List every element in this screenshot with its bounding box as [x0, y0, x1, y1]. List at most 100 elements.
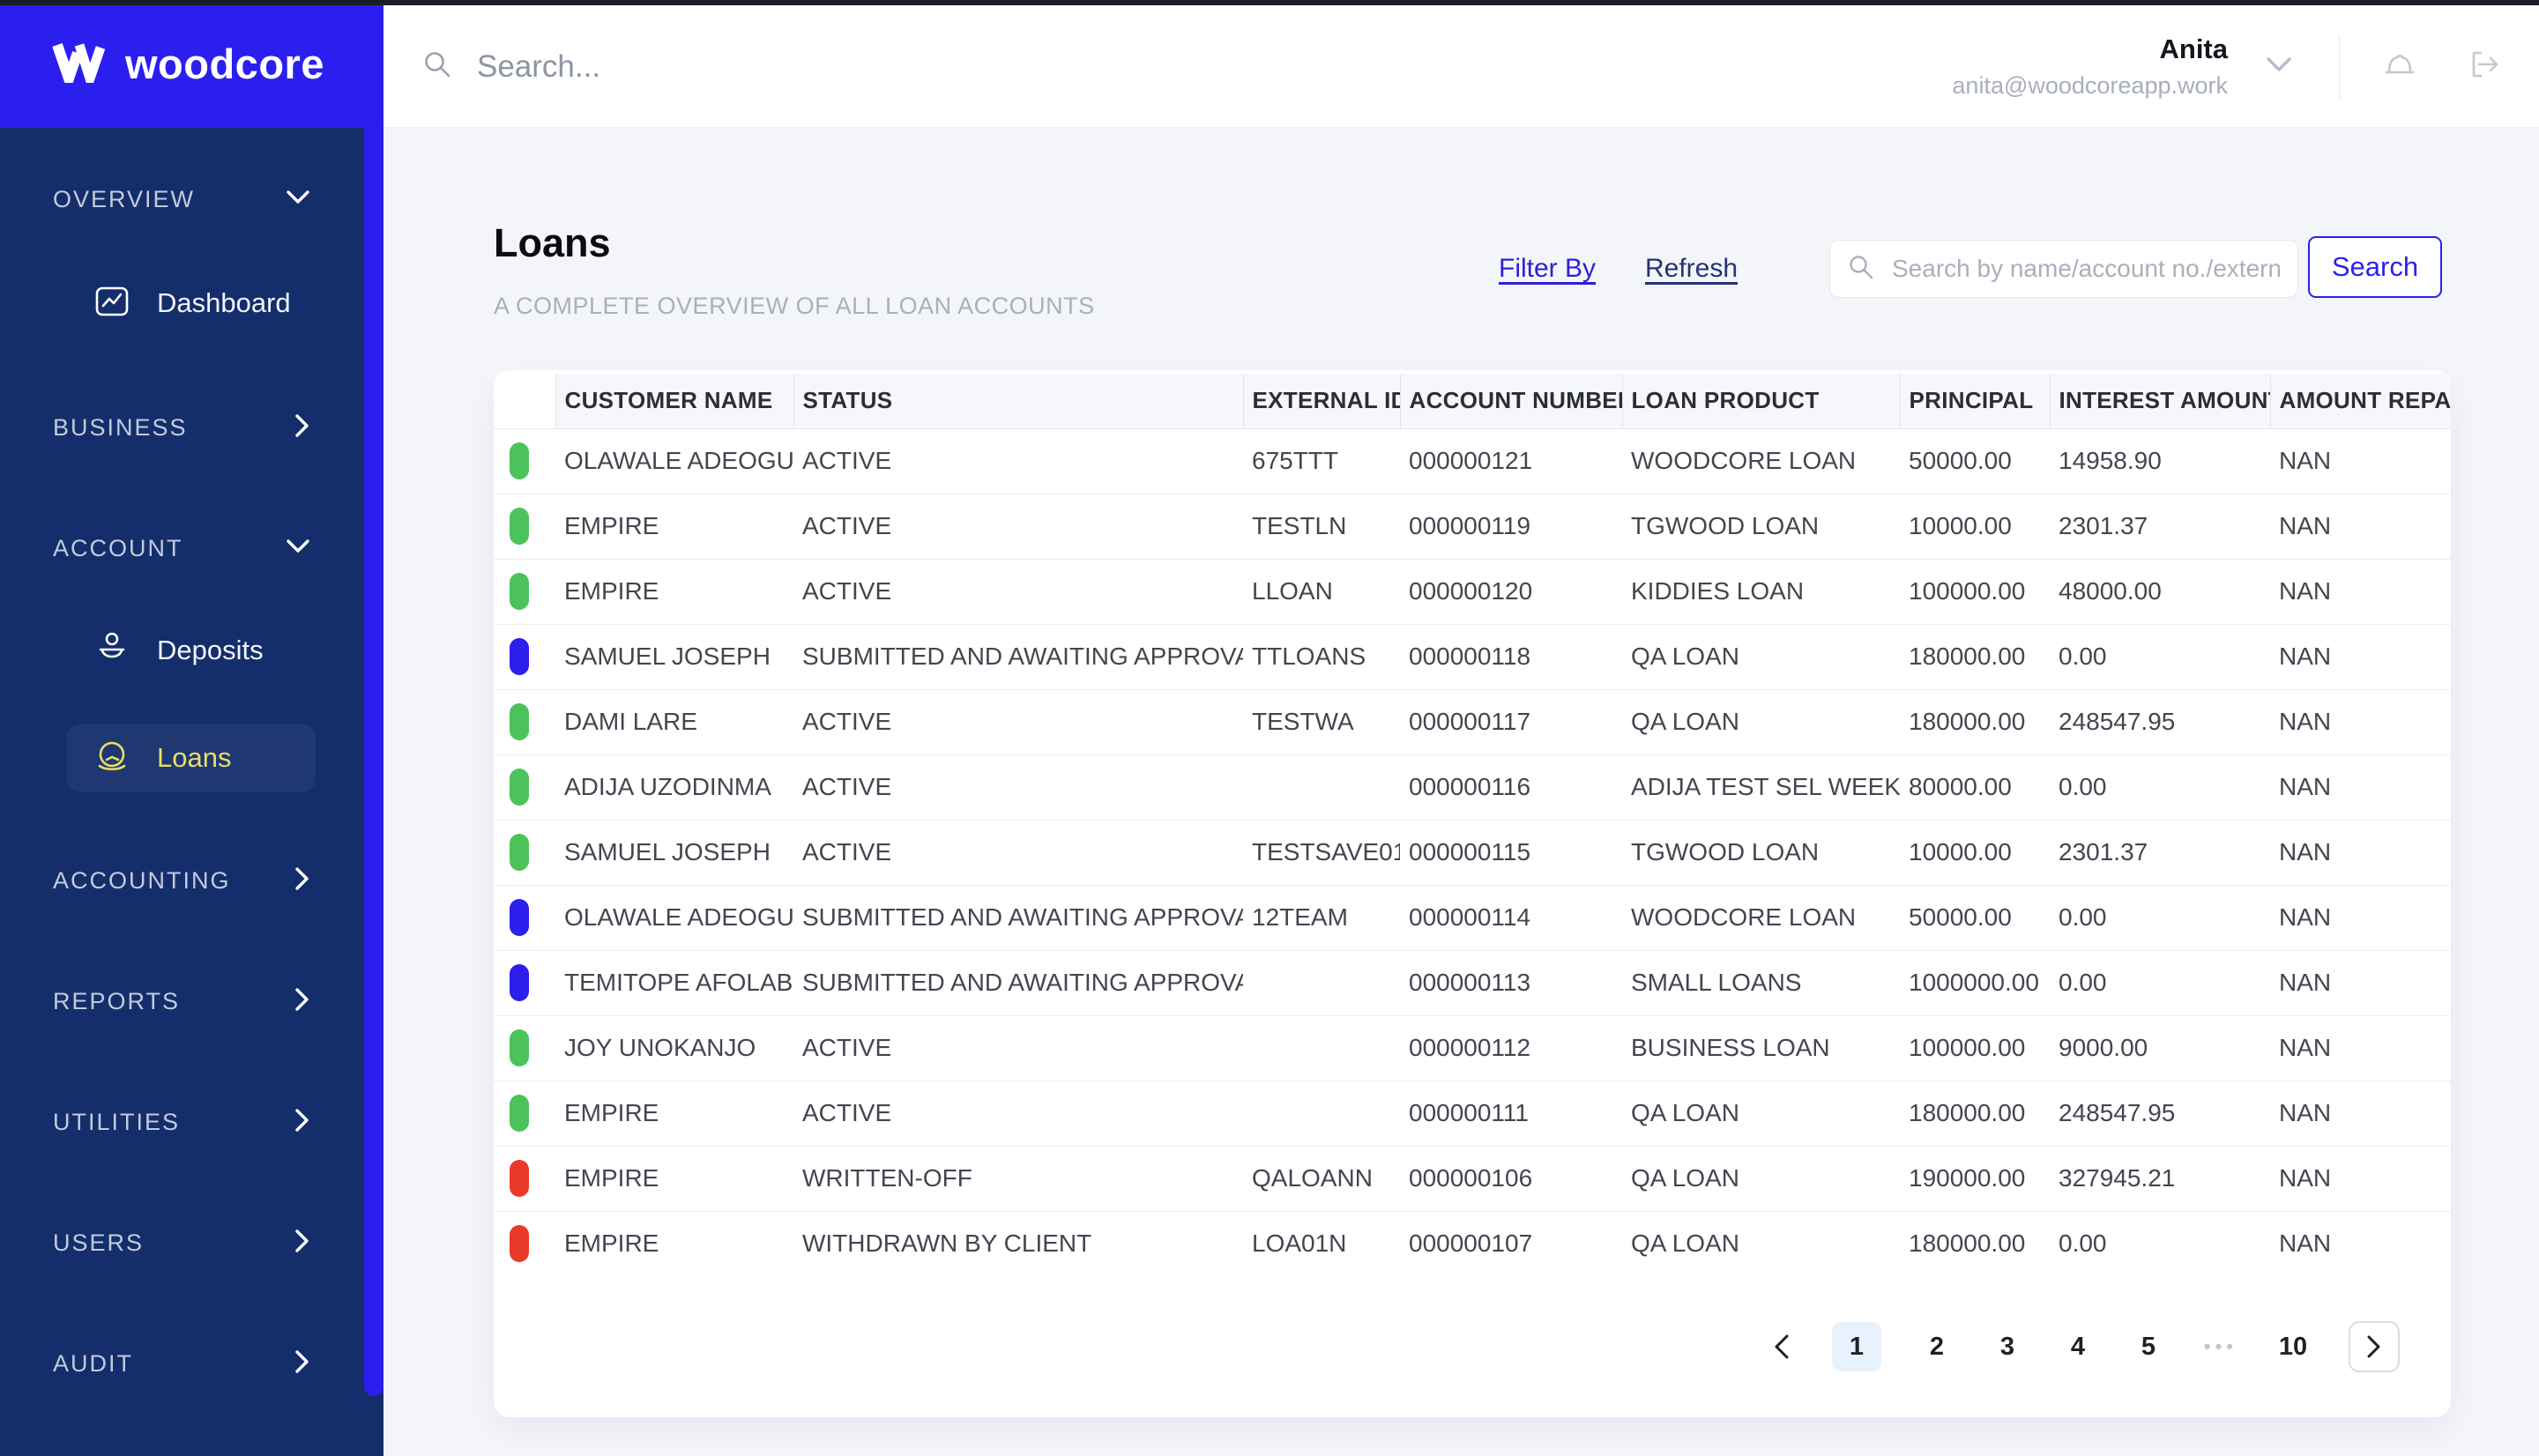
chevron-right-icon: [294, 1349, 310, 1378]
cell-loan-product: QA LOAN: [1622, 624, 1900, 689]
pagination-page[interactable]: 2: [1922, 1333, 1952, 1362]
cell-external-id: [1243, 1081, 1400, 1146]
sidebar-section-accounting[interactable]: ACCOUNTING: [53, 854, 310, 907]
status-indicator: [510, 573, 529, 610]
table-row[interactable]: EMPIRE ACTIVE LLOAN 000000120 KIDDIES LO…: [494, 559, 2451, 624]
table-row[interactable]: DAMI LARE ACTIVE TESTWA 000000117 QA LOA…: [494, 689, 2451, 754]
column-header-loan-product[interactable]: LOAN PRODUCT: [1622, 374, 1900, 428]
section-label: ACCOUNT: [53, 535, 183, 562]
chevron-down-icon[interactable]: [2265, 56, 2293, 78]
notifications-bell-icon[interactable]: [2380, 45, 2419, 88]
sidebar-item-loans[interactable]: Loans: [67, 724, 316, 791]
status-indicator: [510, 1225, 529, 1262]
cell-loan-product: WOODCORE LOAN: [1622, 428, 1900, 494]
pagination-page[interactable]: 3: [1992, 1333, 2022, 1362]
cell-principal: 1000000.00: [1900, 950, 2050, 1015]
table-search-input[interactable]: [1890, 254, 2282, 284]
sidebar-item-label: Loans: [157, 742, 231, 774]
table-row[interactable]: ADIJA UZODINMA ACTIVE 000000116 ADIJA TE…: [494, 754, 2451, 820]
column-header-status[interactable]: STATUS: [793, 374, 1243, 428]
pagination-page[interactable]: 5: [2133, 1333, 2163, 1362]
table-row[interactable]: SAMUEL JOSEPH SUBMITTED AND AWAITING APP…: [494, 624, 2451, 689]
cell-loan-product: QA LOAN: [1622, 689, 1900, 754]
sidebar-section-account[interactable]: ACCOUNT: [53, 522, 310, 575]
woodcore-logo-icon: [51, 41, 109, 87]
cell-external-id: QALOANN: [1243, 1146, 1400, 1211]
global-search[interactable]: [421, 5, 1092, 128]
section-label: OVERVIEW: [53, 186, 195, 213]
column-header-customer-name[interactable]: CUSTOMER NAME: [555, 374, 793, 428]
logout-icon[interactable]: [2465, 45, 2504, 88]
cell-status: ACTIVE: [793, 754, 1243, 820]
next-page-button[interactable]: [2349, 1321, 2400, 1372]
cell-amount-repaid: NAN: [2270, 820, 2451, 885]
previous-page-button[interactable]: [1772, 1333, 1791, 1361]
cell-status: ACTIVE: [793, 559, 1243, 624]
table-row[interactable]: EMPIRE WITHDRAWN BY CLIENT LOA01N 000000…: [494, 1211, 2451, 1276]
cell-customer-name: OLAWALE ADEOGUN: [555, 885, 793, 950]
cell-customer-name: SAMUEL JOSEPH: [555, 624, 793, 689]
cell-status: ACTIVE: [793, 1081, 1243, 1146]
global-search-input[interactable]: [475, 48, 1092, 85]
cell-principal: 190000.00: [1900, 1146, 2050, 1211]
table-search-box[interactable]: [1829, 240, 2298, 298]
user-info[interactable]: Anita anita@woodcoreapp.work: [1952, 33, 2228, 100]
pagination-page[interactable]: 10: [2278, 1333, 2308, 1362]
loans-table: CUSTOMER NAME STATUS EXTERNAL ID ACCOUNT…: [494, 374, 2451, 1276]
cell-interest-amount: 14958.90: [2050, 428, 2270, 494]
table-row[interactable]: OLAWALE ADEOGUN SUBMITTED AND AWAITING A…: [494, 885, 2451, 950]
search-icon: [421, 48, 454, 85]
column-header-principal[interactable]: PRINCIPAL: [1900, 374, 2050, 428]
table-row[interactable]: JOY UNOKANJO ACTIVE 000000112 BUSINESS L…: [494, 1015, 2451, 1081]
cell-principal: 10000.00: [1900, 820, 2050, 885]
cell-principal: 100000.00: [1900, 559, 2050, 624]
cell-external-id: LLOAN: [1243, 559, 1400, 624]
cell-loan-product: QA LOAN: [1622, 1146, 1900, 1211]
sidebar-item-deposits[interactable]: Deposits: [92, 617, 264, 684]
cell-interest-amount: 2301.37: [2050, 820, 2270, 885]
refresh-link[interactable]: Refresh: [1645, 254, 1738, 284]
table-header-row: CUSTOMER NAME STATUS EXTERNAL ID ACCOUNT…: [494, 374, 2451, 428]
sidebar-section-users[interactable]: USERS: [53, 1216, 310, 1269]
cell-interest-amount: 0.00: [2050, 754, 2270, 820]
cell-account-number: 000000114: [1400, 885, 1622, 950]
sidebar-section-overview[interactable]: OVERVIEW: [53, 173, 310, 226]
column-header-account-number[interactable]: ACCOUNT NUMBER: [1400, 374, 1622, 428]
sidebar-item-label: Deposits: [157, 635, 264, 666]
table-row[interactable]: TEMITOPE AFOLABI SUBMITTED AND AWAITING …: [494, 950, 2451, 1015]
table-row[interactable]: SAMUEL JOSEPH ACTIVE TESTSAVE01 00000011…: [494, 820, 2451, 885]
cell-account-number: 000000107: [1400, 1211, 1622, 1276]
sidebar-scrollbar[interactable]: [364, 0, 383, 1396]
sidebar-section-reports[interactable]: REPORTS: [53, 975, 310, 1028]
table-row[interactable]: OLAWALE ADEOGUN ACTIVE 675TTT 000000121 …: [494, 428, 2451, 494]
column-header-amount-repaid[interactable]: AMOUNT REPAID: [2270, 374, 2451, 428]
cell-status: ACTIVE: [793, 689, 1243, 754]
pagination-page-active[interactable]: 1: [1832, 1322, 1881, 1371]
cell-interest-amount: 0.00: [2050, 624, 2270, 689]
cell-interest-amount: 248547.95: [2050, 689, 2270, 754]
chevron-right-icon: [294, 987, 310, 1016]
cell-customer-name: JOY UNOKANJO: [555, 1015, 793, 1081]
column-header-external-id[interactable]: EXTERNAL ID: [1243, 374, 1400, 428]
cell-customer-name: EMPIRE: [555, 1211, 793, 1276]
cell-interest-amount: 0.00: [2050, 950, 2270, 1015]
column-header-interest-amount[interactable]: INTEREST AMOUNT: [2050, 374, 2270, 428]
status-indicator-column-header: [494, 374, 555, 428]
table-row[interactable]: EMPIRE ACTIVE 000000111 QA LOAN 180000.0…: [494, 1081, 2451, 1146]
sidebar-section-audit[interactable]: AUDIT: [53, 1337, 310, 1390]
sidebar-section-utilities[interactable]: UTILITIES: [53, 1096, 310, 1148]
table-row[interactable]: EMPIRE WRITTEN-OFF QALOANN 000000106 QA …: [494, 1146, 2451, 1211]
search-button[interactable]: Search: [2308, 236, 2442, 298]
cell-customer-name: SAMUEL JOSEPH: [555, 820, 793, 885]
pagination-ellipsis: •••: [2204, 1335, 2237, 1358]
section-label: BUSINESS: [53, 414, 188, 442]
pagination-page[interactable]: 4: [2063, 1333, 2093, 1362]
filter-by-link[interactable]: Filter By: [1499, 254, 1596, 284]
sidebar-section-business[interactable]: BUSINESS: [53, 401, 310, 454]
sidebar-item-dashboard[interactable]: Dashboard: [92, 270, 291, 337]
status-indicator: [510, 638, 529, 675]
cell-status: SUBMITTED AND AWAITING APPROVAL: [793, 950, 1243, 1015]
logo[interactable]: woodcore: [0, 0, 383, 128]
user-email: anita@woodcoreapp.work: [1952, 72, 2228, 100]
table-row[interactable]: EMPIRE ACTIVE TESTLN 000000119 TGWOOD LO…: [494, 494, 2451, 559]
